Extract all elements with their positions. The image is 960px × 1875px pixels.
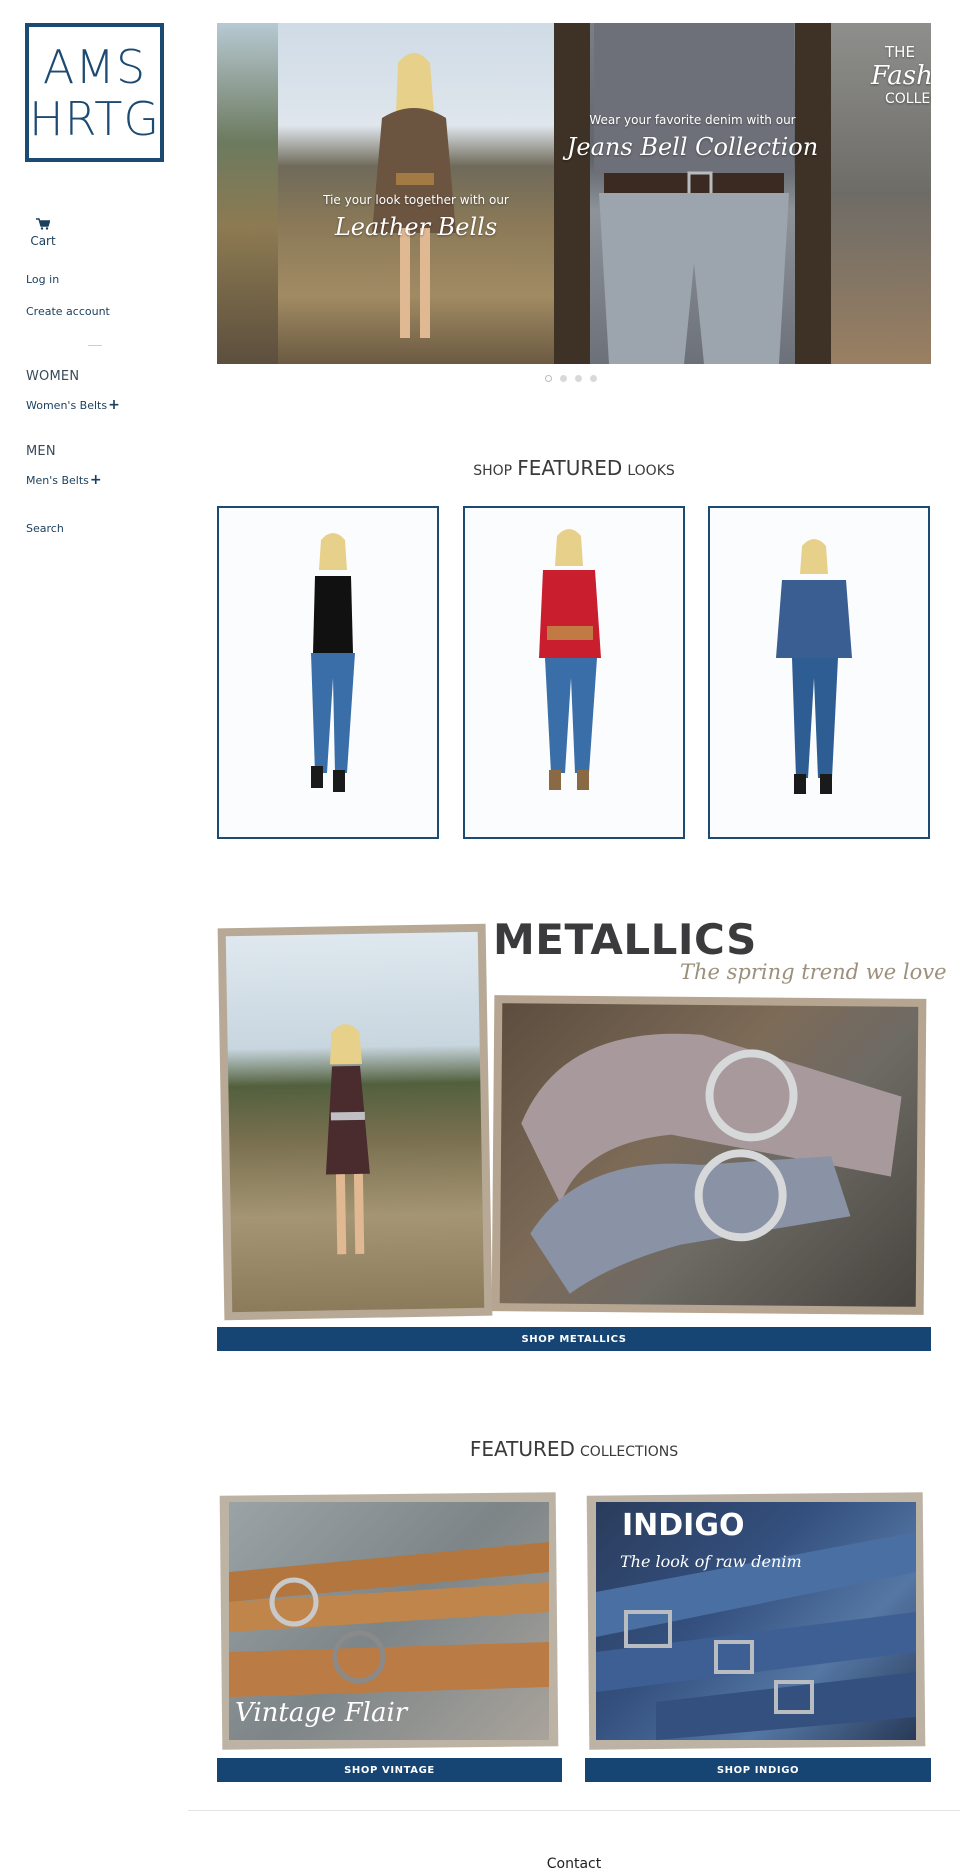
featured-collections-title: FEATURED collections <box>217 1437 931 1461</box>
site-logo[interactable]: AMS HRTG <box>25 23 164 162</box>
mens-belts-label: Men's Belts <box>26 474 89 487</box>
logo-line-2: HRTG <box>29 91 160 146</box>
hero-caption-1: Tie your look together with our Leather … <box>278 193 554 241</box>
model-photo <box>539 529 601 790</box>
footer-contact-title: Contact <box>546 1856 602 1872</box>
sidebar-divider <box>88 345 102 346</box>
indigo-title: INDIGO <box>622 1508 745 1543</box>
create-account-link[interactable]: Create account <box>26 305 110 318</box>
hero-slide-jeans-belts[interactable]: Wear your favorite denim with our Jeans … <box>554 23 831 364</box>
expand-plus-icon[interactable]: + <box>90 472 102 488</box>
look-card-blue-blouse[interactable] <box>708 506 930 839</box>
hero-caption-script: Fashio <box>871 61 931 91</box>
vintage-collection-card[interactable]: Vintage Flair <box>219 1492 559 1750</box>
hero-caption-small: Wear your favorite denim with our <box>589 113 796 127</box>
women-heading: WOMEN <box>26 369 80 384</box>
footer-divider <box>188 1810 960 1811</box>
hero-slideshow[interactable]: Tie your look together with our Leather … <box>217 23 931 364</box>
metallics-belts-photo[interactable] <box>491 995 927 1315</box>
slide-dot[interactable] <box>590 375 597 382</box>
indigo-script: The look of raw denim <box>620 1552 802 1571</box>
womens-belts-label: Women's Belts <box>26 399 108 412</box>
cart-icon <box>36 218 50 230</box>
title-prefix: shop <box>473 463 513 479</box>
title-suffix: looks <box>627 463 675 479</box>
search-link[interactable]: Search <box>26 522 64 535</box>
title-suffix: collections <box>580 1444 679 1460</box>
shop-indigo-button[interactable]: SHOP INDIGO <box>585 1758 931 1782</box>
hero-slide-edge <box>217 23 278 364</box>
men-heading: MEN <box>26 444 56 459</box>
hero-caption-3: THE Fashio COLLECTIO <box>831 43 931 107</box>
sidebar-item-womens-belts[interactable]: Women's Belts+ <box>26 397 120 413</box>
model-photo <box>776 539 852 794</box>
slideshow-dots <box>545 375 597 382</box>
hero-slide-fashion-collection[interactable]: THE Fashio COLLECTIO <box>831 23 931 364</box>
slide-dot[interactable] <box>560 375 567 382</box>
sidebar-item-mens-belts[interactable]: Men's Belts+ <box>26 472 102 488</box>
hero-caption-small: Tie your look together with our <box>323 193 509 207</box>
shop-vintage-button[interactable]: SHOP VINTAGE <box>217 1758 562 1782</box>
hero-caption-bottom: COLLECTIO <box>885 91 931 107</box>
metallics-model-image <box>225 931 485 1313</box>
shop-metallics-button[interactable]: SHOP METALLICS <box>217 1327 931 1351</box>
title-main: FEATURED <box>517 456 623 480</box>
indigo-collection-card[interactable]: INDIGO The look of raw denim <box>586 1492 926 1750</box>
login-link[interactable]: Log in <box>26 273 59 286</box>
featured-looks-title: shop FEATURED looks <box>217 456 931 480</box>
model-photo <box>554 23 831 364</box>
slide-dot[interactable] <box>545 375 552 382</box>
hero-caption-2: Wear your favorite denim with our Jeans … <box>554 113 831 161</box>
vintage-collection-image: Vintage Flair <box>229 1502 549 1740</box>
indigo-collection-image: INDIGO The look of raw denim <box>596 1502 916 1740</box>
metallics-belts-image <box>499 1003 919 1307</box>
logo-line-1: AMS <box>42 39 147 94</box>
title-main: FEATURED <box>469 1437 575 1461</box>
sidebar: AMS HRTG Cart Log in Create account WOME… <box>0 0 190 1875</box>
metallics-model-photo[interactable] <box>217 923 493 1321</box>
hero-caption-script: Leather Bells <box>334 213 498 241</box>
cart-link[interactable]: Cart <box>30 218 56 248</box>
hero-caption-script: Jeans Bell Collection <box>566 133 819 161</box>
metallics-subtitle: The spring trend we love <box>680 960 947 984</box>
slide-dot[interactable] <box>575 375 582 382</box>
model-photo <box>311 533 355 792</box>
cart-label: Cart <box>30 234 56 248</box>
hero-slide-leather-belts[interactable]: Tie your look together with our Leather … <box>278 23 554 364</box>
model-photo <box>325 1024 370 1255</box>
look-card-red-sweater[interactable] <box>463 506 685 839</box>
hero-caption-top: THE <box>885 43 915 61</box>
metallics-title: METALLICS <box>493 915 757 964</box>
vintage-script: Vintage Flair <box>235 1698 408 1728</box>
belt-photo <box>521 1033 902 1294</box>
look-card-black-top[interactable] <box>217 506 439 839</box>
expand-plus-icon[interactable]: + <box>108 397 120 413</box>
